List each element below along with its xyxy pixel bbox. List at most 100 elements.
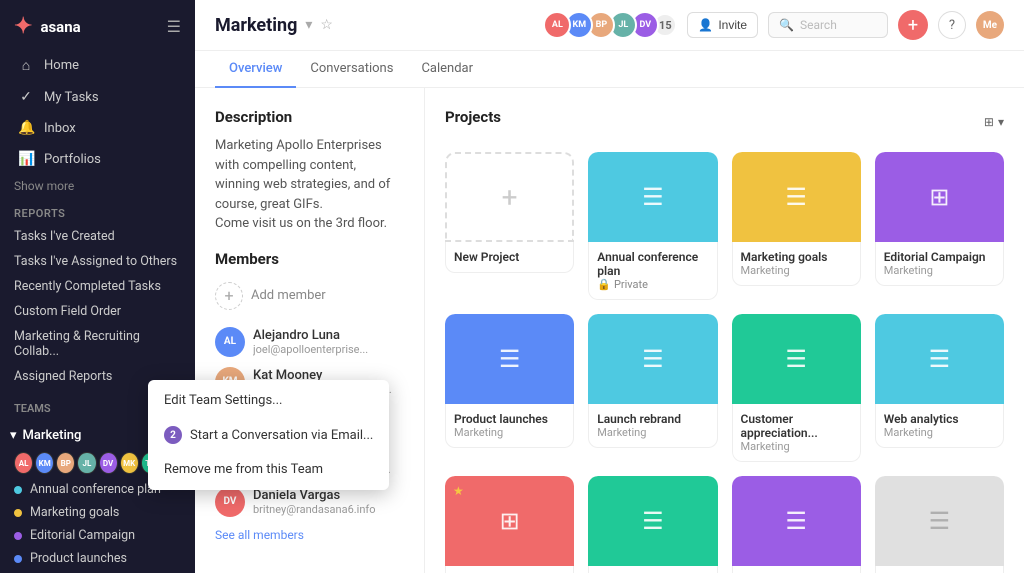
projects-grid: + New Project ☰ Annual conference plan 🔒… [445,152,1004,573]
chart-icon: 📊 [18,151,34,167]
context-badge: 2 [164,426,182,444]
tab-overview[interactable]: Overview [215,51,296,88]
report-tasks-assigned[interactable]: Tasks I've Assigned to Others [0,249,195,274]
project-name: Marketing [215,15,297,36]
project-product-launches[interactable]: Product launches [0,547,195,570]
website-design-info: Website Design Requests Marketing [445,566,574,573]
description-panel: Description Marketing Apollo Enterprises… [195,88,425,573]
content-area: Description Marketing Apollo Enterprises… [195,88,1024,573]
star-badge: ★ [453,484,464,498]
project-card-annual-conference[interactable]: ☰ Annual conference plan 🔒 Private [588,152,717,300]
help-button[interactable]: ? [938,11,966,39]
list-icon: ☰ [642,345,664,373]
member-alejandro: AL Alejandro Luna joel@apolloenterprise.… [215,322,404,362]
teams-label: Teams [14,402,51,415]
context-conversation-email[interactable]: 2 Start a Conversation via Email... [148,417,389,453]
add-member-button[interactable]: + Add member [215,278,404,314]
add-button[interactable]: + [898,10,928,40]
project-card-editorial[interactable]: ⊞ Editorial Campaign Marketing [875,152,1004,300]
sidebar-item-home[interactable]: ⌂ Home [4,50,191,81]
user-avatar[interactable]: Me [976,11,1004,39]
projects-header: Projects ⊞ ▾ [445,108,1004,136]
tab-bar: Overview Conversations Calendar [195,51,1024,88]
project-card-launch-rebrand[interactable]: ☰ Launch rebrand Marketing [588,314,717,462]
avatar-4: JL [77,452,96,474]
top-header: Marketing ▾ ☆ AL KM BP JL DV 15 👤 Invite… [195,0,1024,51]
project-editorial-campaign[interactable]: Editorial Campaign [0,524,195,547]
marketing-team-label: ▾ Marketing [10,428,81,443]
project-dot [14,486,22,494]
project-card-marketing-goals[interactable]: ☰ Marketing goals Marketing [732,152,861,300]
star-icon[interactable]: ☆ [320,17,333,33]
list-icon: ☰ [642,183,664,211]
lock-icon: 🔒 [597,278,611,291]
show-more-nav[interactable]: Show more [0,175,195,197]
list-icon: ☰ [785,345,807,373]
new-project-card[interactable]: + New Project [445,152,574,300]
plus-icon: + [502,181,518,214]
reports-section-header: Reports [0,197,195,224]
product-launches-info: Product launches Marketing [445,404,574,448]
report-marketing-recruiting[interactable]: Marketing & Recruiting Collab... [0,324,195,364]
context-menu: Edit Team Settings... 2 Start a Conversa… [148,380,389,490]
sidebar-item-inbox[interactable]: 🔔 Inbox [4,113,191,143]
project-card-product-launches[interactable]: ☰ Product launches Marketing [445,314,574,462]
search-icon: 🔍 [779,18,794,32]
context-remove-team[interactable]: Remove me from this Team [148,453,389,486]
customer-stories-info: Customer stories Marketing [732,566,861,573]
search-bar[interactable]: 🔍 Search [768,12,888,38]
invite-button[interactable]: 👤 Invite [687,12,758,38]
app-name: asana [40,18,80,36]
chevron-down-icon: ▾ [10,428,17,443]
dropdown-icon[interactable]: ▾ [305,17,312,33]
project-card-web-analytics[interactable]: ☰ Web analytics Marketing [875,314,1004,462]
project-title-area: Marketing ▾ ☆ [215,15,333,36]
check-icon: ✓ [18,89,34,105]
avatar-6: MK [120,452,139,474]
person-icon: 👤 [698,18,713,32]
chevron-down-icon: ▾ [998,115,1004,129]
project-dot [14,555,22,563]
annual-sponsorships-info: Annual sponsorships Marketing [588,566,717,573]
avatar-stack: AL KM BP JL DV 15 [549,11,677,39]
web-analytics-info: Web analytics Marketing [875,404,1004,448]
project-card-customer-appreciation[interactable]: ☰ Customer appreciation... Marketing [732,314,861,462]
marketing-brainstorm-info: Marketing Brainstorm [875,566,1004,573]
marketing-goals-info: Marketing goals Marketing [732,242,861,286]
editorial-info: Editorial Campaign Marketing [875,242,1004,286]
avatar-5: DV [99,452,118,474]
list-icon: ☰ [499,345,521,373]
member-avatar-1: AL [215,327,245,357]
grid-icon: ⊞ [500,507,520,535]
report-custom-field[interactable]: Custom Field Order [0,299,195,324]
grid-view-button[interactable]: ⊞ ▾ [984,115,1004,129]
project-card-customer-stories[interactable]: ☰ Customer stories Marketing [732,476,861,573]
hamburger-icon[interactable]: ☰ [167,17,181,36]
project-card-website-design[interactable]: ★ ⊞ Website Design Requests Marketing [445,476,574,573]
sidebar-nav: ⌂ Home ✓ My Tasks 🔔 Inbox 📊 Portfolios [0,49,195,175]
private-badge: 🔒 Private [597,278,708,291]
sidebar-item-mytasks[interactable]: ✓ My Tasks [4,82,191,112]
annual-conference-info: Annual conference plan 🔒 Private [588,242,717,300]
projects-title: Projects [445,108,501,126]
launch-rebrand-info: Launch rebrand Marketing [588,404,717,448]
description-text: Marketing Apollo Enterprises with compel… [215,136,404,234]
list-icon: ☰ [785,183,807,211]
tab-conversations[interactable]: Conversations [296,51,407,88]
project-marketing-goals[interactable]: Marketing goals [0,501,195,524]
home-icon: ⌂ [18,57,34,74]
context-edit-settings[interactable]: Edit Team Settings... [148,384,389,417]
project-card-annual-sponsorships[interactable]: ☰ Annual sponsorships Marketing [588,476,717,573]
report-tasks-created[interactable]: Tasks I've Created [0,224,195,249]
grid-icon: ⊞ [984,115,994,129]
projects-panel: Projects ⊞ ▾ + New Project [425,88,1024,573]
avatar-3: BP [56,452,75,474]
sidebar-item-portfolios[interactable]: 📊 Portfolios [4,144,191,174]
report-recently-completed[interactable]: Recently Completed Tasks [0,274,195,299]
member-avatar-5: DV [215,487,245,517]
see-all-members[interactable]: See all members [215,522,404,542]
avatar-1: AL [14,452,33,474]
project-card-marketing-brainstorm[interactable]: ☰ Marketing Brainstorm [875,476,1004,573]
header-right: AL KM BP JL DV 15 👤 Invite 🔍 Search + ? … [549,10,1004,40]
tab-calendar[interactable]: Calendar [407,51,487,88]
